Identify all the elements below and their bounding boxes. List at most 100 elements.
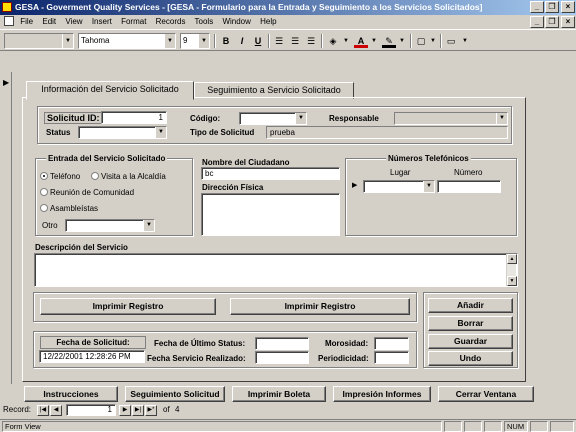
chevron-down-icon: ▼	[143, 220, 154, 231]
imprimir-boleta-button[interactable]: Imprimir Boleta	[232, 386, 326, 402]
prev-record-icon[interactable]: ◀	[50, 405, 62, 416]
last-record-icon[interactable]: ▶|	[132, 405, 144, 416]
guardar-button[interactable]: Guardar	[428, 334, 513, 349]
otro-label: Otro	[42, 221, 58, 230]
record-selector[interactable]: ▶	[0, 72, 12, 384]
numero-field[interactable]	[437, 180, 501, 193]
line-color-icon[interactable]: ✎	[382, 34, 396, 48]
chevron-down-icon[interactable]: ▼	[458, 34, 472, 48]
direccion-label: Dirección Física	[202, 183, 264, 192]
nombre-label: Nombre del Ciudadano	[202, 158, 290, 167]
radio-asambleistas-label: Asambleístas	[50, 204, 99, 213]
codigo-combo[interactable]: ▼	[239, 112, 307, 125]
fill-color-icon[interactable]: ◈	[326, 34, 340, 48]
servicio-realizado-field[interactable]	[255, 351, 309, 364]
next-record-icon[interactable]: ▶	[119, 405, 131, 416]
window-title: GESA - Goverment Quality Services - [GES…	[15, 2, 483, 12]
menu-window[interactable]: Window	[222, 17, 250, 26]
record-number-field[interactable]: 1	[66, 404, 116, 416]
tab-informacion[interactable]: Información del Servicio Solicitado	[26, 81, 194, 100]
menu-tools[interactable]: Tools	[195, 17, 214, 26]
borrar-button[interactable]: Borrar	[428, 316, 513, 331]
instrucciones-button[interactable]: Instrucciones	[24, 386, 118, 402]
doc-minimize-button[interactable]: _	[530, 16, 544, 28]
menu-view[interactable]: View	[65, 17, 82, 26]
cerrar-ventana-button[interactable]: Cerrar Ventana	[438, 386, 534, 402]
current-record-icon: ▶	[3, 78, 10, 87]
font-color-icon[interactable]: A	[354, 34, 368, 48]
imprimir-registro-button-1[interactable]: Imprimir Registro	[40, 298, 216, 315]
object-combo[interactable]: ▼	[4, 33, 74, 49]
status-pane-3	[484, 421, 502, 432]
status-num: NUM	[504, 421, 528, 432]
record-label: Record:	[3, 405, 32, 414]
chevron-down-icon[interactable]: ▼	[367, 34, 381, 48]
row-selector-icon[interactable]: ▶	[352, 181, 357, 189]
radio-reunion[interactable]	[40, 188, 48, 196]
bold-button[interactable]: B	[219, 34, 233, 48]
responsable-combo[interactable]: ▼	[394, 112, 508, 125]
ultimo-status-label: Fecha de Último Status:	[154, 339, 246, 348]
align-left-icon[interactable]: ☰	[272, 34, 286, 48]
font-combo[interactable]: Tahoma ▼	[78, 33, 176, 49]
align-center-icon[interactable]: ☰	[288, 34, 302, 48]
radio-visita[interactable]	[91, 172, 99, 180]
lugar-header: Lugar	[390, 168, 411, 177]
doc-restore-button[interactable]: ❐	[545, 16, 559, 28]
underline-button[interactable]: U	[251, 34, 265, 48]
document-icon[interactable]	[4, 15, 14, 26]
morosidad-field[interactable]	[374, 337, 409, 350]
undo-button[interactable]: Undo	[428, 351, 513, 366]
align-right-icon[interactable]: ☰	[304, 34, 318, 48]
menu-records[interactable]: Records	[156, 17, 186, 26]
radio-asambleistas[interactable]	[40, 204, 48, 212]
otro-combo[interactable]: ▼	[65, 219, 155, 232]
scroll-down-icon[interactable]: ▼	[507, 276, 517, 286]
line-width-icon[interactable]: ▭	[444, 34, 458, 48]
ultimo-status-field[interactable]	[255, 337, 309, 350]
menu-format[interactable]: Format	[121, 17, 146, 26]
seguimiento-solicitud-button[interactable]: Seguimiento Solicitud	[125, 386, 225, 402]
menu-edit[interactable]: Edit	[42, 17, 56, 26]
anadir-button[interactable]: Añadir	[428, 298, 513, 313]
chevron-down-icon: ▼	[155, 127, 166, 138]
nombre-field[interactable]: bc	[201, 167, 340, 180]
tipo-solicitud-field[interactable]: prueba	[266, 126, 508, 139]
status-combo[interactable]: ▼	[78, 126, 167, 139]
codigo-label: Código:	[190, 114, 221, 123]
solicitud-id-label: Solicitud ID:	[44, 112, 103, 124]
chevron-down-icon[interactable]: ▼	[426, 34, 440, 48]
restore-button[interactable]: ❐	[545, 1, 559, 13]
descripcion-scrollbar[interactable]: ▲ ▼	[506, 254, 517, 286]
italic-button[interactable]: I	[235, 34, 249, 48]
morosidad-label: Morosidad:	[325, 339, 369, 348]
new-record-icon[interactable]: ▶*	[145, 405, 157, 416]
lugar-combo[interactable]: ▼	[363, 180, 435, 193]
menu-file[interactable]: File	[20, 17, 33, 26]
minimize-button[interactable]: _	[530, 1, 544, 13]
periodicidad-label: Periodicidad:	[318, 354, 369, 363]
descripcion-field[interactable]	[34, 253, 518, 287]
close-button[interactable]: ×	[561, 1, 575, 13]
formatting-toolbar: ▼ Tahoma ▼ 9 ▼ B I U ☰ ☰ ☰ ◈ ▼ A ▼ ✎ ▼ ▢ ▼…	[0, 29, 576, 51]
of-label: of	[163, 405, 170, 414]
servicio-realizado-label: Fecha Servicio Realizado:	[147, 354, 246, 363]
imprimir-registro-button-2[interactable]: Imprimir Registro	[230, 298, 410, 315]
chevron-down-icon: ▼	[198, 34, 209, 48]
first-record-icon[interactable]: |◀	[37, 405, 49, 416]
direccion-field[interactable]	[201, 193, 340, 236]
doc-close-button[interactable]: ×	[561, 16, 575, 28]
impresion-informes-button[interactable]: Impresión Informes	[333, 386, 431, 402]
menu-insert[interactable]: Insert	[92, 17, 112, 26]
chevron-down-icon[interactable]: ▼	[339, 34, 353, 48]
radio-telefono[interactable]	[40, 172, 48, 180]
periodicidad-field[interactable]	[374, 351, 409, 364]
fecha-solicitud-label: Fecha de Solicitud:	[40, 336, 146, 349]
chevron-down-icon: ▼	[423, 181, 434, 192]
menu-help[interactable]: Help	[260, 17, 276, 26]
chevron-down-icon[interactable]: ▼	[395, 34, 409, 48]
font-size-combo[interactable]: 9 ▼	[180, 33, 210, 49]
scroll-up-icon[interactable]: ▲	[507, 254, 517, 264]
solicitud-id-field[interactable]: 1	[101, 111, 167, 124]
fecha-solicitud-field[interactable]: 12/22/2001 12:28:26 PM	[39, 350, 145, 363]
